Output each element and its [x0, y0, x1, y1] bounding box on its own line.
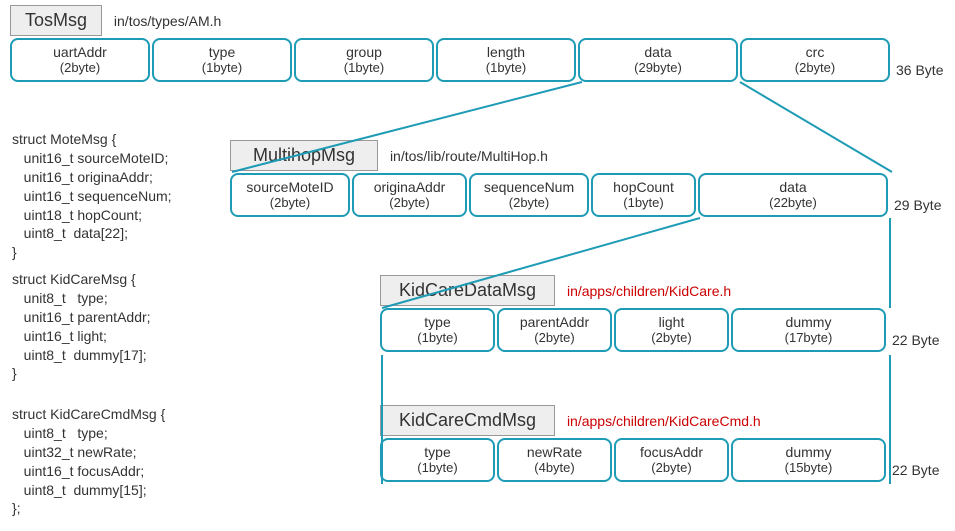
kidcarecmd-path: in/apps/children/KidCareCmd.h: [567, 413, 761, 429]
field-kcd-type: type (1byte): [380, 308, 495, 352]
field-kcc-dummy: dummy (15byte): [731, 438, 886, 482]
field-group: group (1byte): [294, 38, 434, 82]
tosmsg-total: 36 Byte: [896, 62, 943, 82]
tosmsg-title: TosMsg: [10, 5, 102, 36]
field-sourcemoteid: sourceMoteID (2byte): [230, 173, 350, 217]
kidcarecmd-fields: type (1byte) newRate (4byte) focusAddr (…: [380, 438, 939, 482]
field-newrate: newRate (4byte): [497, 438, 612, 482]
field-sequencenum: sequenceNum (2byte): [469, 173, 589, 217]
code-motemsg: struct MoteMsg { unit16_t sourceMoteID; …: [12, 130, 172, 262]
kidcarecmd-section: KidCareCmdMsg in/apps/children/KidCareCm…: [380, 405, 939, 482]
kidcaredata-fields: type (1byte) parentAddr (2byte) light (2…: [380, 308, 939, 352]
field-focusaddr: focusAddr (2byte): [614, 438, 729, 482]
multihop-fields: sourceMoteID (2byte) originaAddr (2byte)…: [230, 173, 941, 217]
code-kidcarecmdmsg: struct KidCareCmdMsg { uint8_t type; uin…: [12, 405, 165, 518]
kidcaredata-path: in/apps/children/KidCare.h: [567, 283, 731, 299]
multihop-path: in/tos/lib/route/MultiHop.h: [390, 148, 548, 164]
field-uartaddr: uartAddr (2byte): [10, 38, 150, 82]
multihop-section: MultihopMsg in/tos/lib/route/MultiHop.h …: [230, 140, 941, 217]
kidcarecmd-total: 22 Byte: [892, 462, 939, 482]
tosmsg-section: TosMsg in/tos/types/AM.h uartAddr (2byte…: [10, 5, 943, 82]
field-light: light (2byte): [614, 308, 729, 352]
field-length: length (1byte): [436, 38, 576, 82]
kidcaredata-title: KidCareDataMsg: [380, 275, 555, 306]
field-kcd-dummy: dummy (17byte): [731, 308, 886, 352]
code-kidcaremsg: struct KidCareMsg { unit8_t type; unit16…: [12, 270, 151, 383]
field-data: data (29byte): [578, 38, 738, 82]
tosmsg-path: in/tos/types/AM.h: [114, 13, 221, 29]
multihop-title: MultihopMsg: [230, 140, 378, 171]
field-parentaddr: parentAddr (2byte): [497, 308, 612, 352]
field-multihop-data: data (22byte): [698, 173, 888, 217]
field-crc: crc (2byte): [740, 38, 890, 82]
multihop-total: 29 Byte: [894, 197, 941, 217]
field-type: type (1byte): [152, 38, 292, 82]
kidcarecmd-title: KidCareCmdMsg: [380, 405, 555, 436]
field-originaaddr: originaAddr (2byte): [352, 173, 467, 217]
field-kcc-type: type (1byte): [380, 438, 495, 482]
kidcaredata-section: KidCareDataMsg in/apps/children/KidCare.…: [380, 275, 939, 352]
field-hopcount: hopCount (1byte): [591, 173, 696, 217]
tosmsg-fields: uartAddr (2byte) type (1byte) group (1by…: [10, 38, 943, 82]
kidcaredata-total: 22 Byte: [892, 332, 939, 352]
